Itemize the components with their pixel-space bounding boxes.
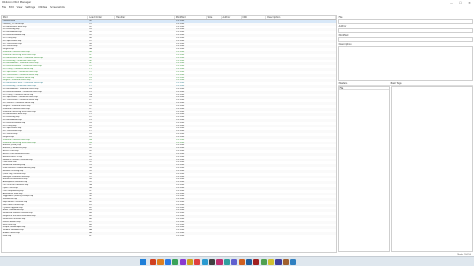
taskbar-app-icon[interactable] xyxy=(223,258,230,265)
author-field[interactable] xyxy=(338,27,473,33)
taskbar-app-icon[interactable] xyxy=(186,258,194,265)
menu-utilities[interactable]: Utilities xyxy=(38,6,47,9)
taskbar-icons xyxy=(150,258,297,265)
masters-label: Masters xyxy=(338,81,348,85)
menu-edit[interactable]: Edit xyxy=(9,6,14,9)
menu-settings[interactable]: Settings xyxy=(25,6,35,9)
column-header-description[interactable]: Description xyxy=(266,16,336,19)
taskbar-app-icon[interactable] xyxy=(201,258,208,265)
table-body: Oblivion.esm 00 1/1/1900 Oblivion_1.2.0416.… xyxy=(2,20,336,238)
menu-file[interactable]: File xyxy=(2,6,6,9)
taskbar-app-icon[interactable] xyxy=(268,258,275,265)
taskbar-app-icon[interactable] xyxy=(209,258,216,265)
mods-table[interactable]: Mod Load Order Handler Modified Size Aut… xyxy=(1,15,337,253)
file-field[interactable] xyxy=(338,18,473,24)
taskbar-app-icon[interactable] xyxy=(238,258,245,265)
column-header-modified[interactable]: Modified xyxy=(175,16,207,19)
cell-load-order: 4C xyxy=(89,234,92,237)
taskbar-app-icon[interactable] xyxy=(150,258,157,265)
taskbar-app-icon[interactable] xyxy=(231,258,238,265)
masters-tags-header: Masters Bash Tags xyxy=(338,82,473,86)
table-row[interactable]: Final.esp 4C 1/1/1900 xyxy=(2,235,336,238)
taskbar-app-icon[interactable] xyxy=(275,258,282,265)
taskbar-app-icon[interactable] xyxy=(290,258,297,265)
taskbar-app-icon[interactable] xyxy=(216,258,223,265)
taskbar-app-icon[interactable] xyxy=(253,258,260,265)
cell-mod: Final.esp xyxy=(2,234,12,237)
description-field[interactable] xyxy=(338,45,473,81)
column-header-mod[interactable]: Mod xyxy=(2,16,89,19)
taskbar xyxy=(0,256,474,266)
taskbar-app-icon[interactable] xyxy=(260,258,267,265)
masters-list[interactable]: File xyxy=(338,86,390,252)
taskbar-app-icon[interactable] xyxy=(172,258,179,265)
masters-column-header[interactable]: File xyxy=(339,87,389,90)
taskbar-app-icon[interactable] xyxy=(164,258,171,265)
menu-bar: File Edit View Settings Utilities Screen… xyxy=(0,5,474,9)
column-header-handler[interactable]: Handler xyxy=(115,16,175,19)
taskbar-app-icon[interactable] xyxy=(179,258,186,265)
taskbar-app-icon[interactable] xyxy=(282,258,289,265)
column-header-size[interactable]: Size xyxy=(207,16,222,19)
column-header-load-order[interactable]: Load Order xyxy=(88,16,116,19)
taskbar-app-icon[interactable] xyxy=(194,258,201,265)
cell-modified: 1/1/1900 xyxy=(175,234,185,237)
windows-start-icon[interactable] xyxy=(140,259,146,265)
window-title: Oblivion Mod Manager xyxy=(2,1,32,4)
taskbar-app-icon[interactable] xyxy=(245,258,253,265)
menu-screenshots[interactable]: Screenshots xyxy=(50,6,65,9)
details-panel: File Author Modified Description Masters… xyxy=(338,15,473,255)
menu-view[interactable]: View xyxy=(17,6,23,9)
column-header-author[interactable]: Author xyxy=(222,16,242,19)
column-header-crc[interactable]: CRC xyxy=(242,16,267,19)
bash-tags-label: Bash Tags xyxy=(390,81,402,85)
taskbar-app-icon[interactable] xyxy=(157,258,164,265)
modified-field[interactable] xyxy=(338,36,473,42)
bash-tags-list[interactable] xyxy=(391,86,473,252)
